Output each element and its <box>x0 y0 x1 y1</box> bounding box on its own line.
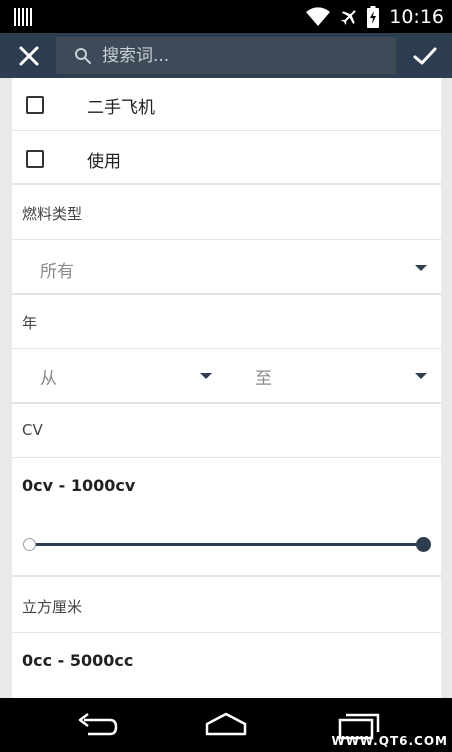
cc-range-value: 0cc - 5000cc <box>22 651 134 670</box>
checkbox-row-used[interactable]: 使用 <box>12 131 441 185</box>
year-range-row: 从 至 <box>12 349 441 404</box>
year-header: 年 <box>12 297 441 349</box>
checkbox-label: 使用 <box>87 152 121 172</box>
chevron-down-icon <box>415 265 427 271</box>
check-icon[interactable] <box>412 43 438 69</box>
checkbox-used-aircraft[interactable] <box>26 96 44 114</box>
status-bar: 10:16 <box>0 0 452 33</box>
cv-range-value: 0cv - 1000cv <box>22 476 136 495</box>
close-icon[interactable] <box>16 43 42 69</box>
section-title: 燃料类型 <box>22 205 83 223</box>
toolbar <box>0 33 452 78</box>
year-to-value: 至 <box>255 369 272 389</box>
year-to-select[interactable]: 至 <box>227 349 441 402</box>
slider-min-handle[interactable] <box>23 538 36 551</box>
home-icon[interactable] <box>204 710 248 740</box>
watermark: WWW.QT6.COM <box>331 734 448 748</box>
cc-header: 立方厘米 <box>12 579 441 633</box>
filter-panel: 二手飞机 使用 燃料类型 所有 年 从 至 CV 0cv - 1000cv 立方… <box>12 78 441 698</box>
chevron-down-icon <box>200 373 212 379</box>
fuel-type-value: 所有 <box>40 262 74 282</box>
wifi-icon <box>306 7 331 27</box>
barcode-icon <box>14 8 32 26</box>
checkbox-used[interactable] <box>26 150 44 168</box>
back-icon[interactable] <box>74 710 118 740</box>
chevron-down-icon <box>415 373 427 379</box>
slider-track <box>30 543 423 546</box>
section-title: 年 <box>22 314 38 332</box>
fuel-type-header: 燃料类型 <box>12 187 441 240</box>
year-from-value: 从 <box>40 369 57 389</box>
cv-header: CV <box>12 406 441 458</box>
slider-max-handle[interactable] <box>416 537 431 552</box>
cc-range: 0cc - 5000cc <box>12 633 441 698</box>
checkbox-label: 二手飞机 <box>87 98 155 118</box>
section-title: 立方厘米 <box>22 598 83 616</box>
battery-icon <box>367 6 380 28</box>
airplane-mode-icon <box>341 10 356 25</box>
navigation-bar: WWW.QT6.COM <box>0 698 452 752</box>
search-input[interactable] <box>102 45 382 66</box>
year-from-select[interactable]: 从 <box>12 349 227 402</box>
checkbox-row-used-aircraft[interactable]: 二手飞机 <box>12 78 441 131</box>
search-icon <box>75 47 91 64</box>
clock: 10:16 <box>389 6 444 28</box>
fuel-type-select[interactable]: 所有 <box>12 240 441 295</box>
search-box[interactable] <box>56 37 396 74</box>
cv-range: 0cv - 1000cv <box>12 458 441 577</box>
section-title: CV <box>22 421 43 439</box>
